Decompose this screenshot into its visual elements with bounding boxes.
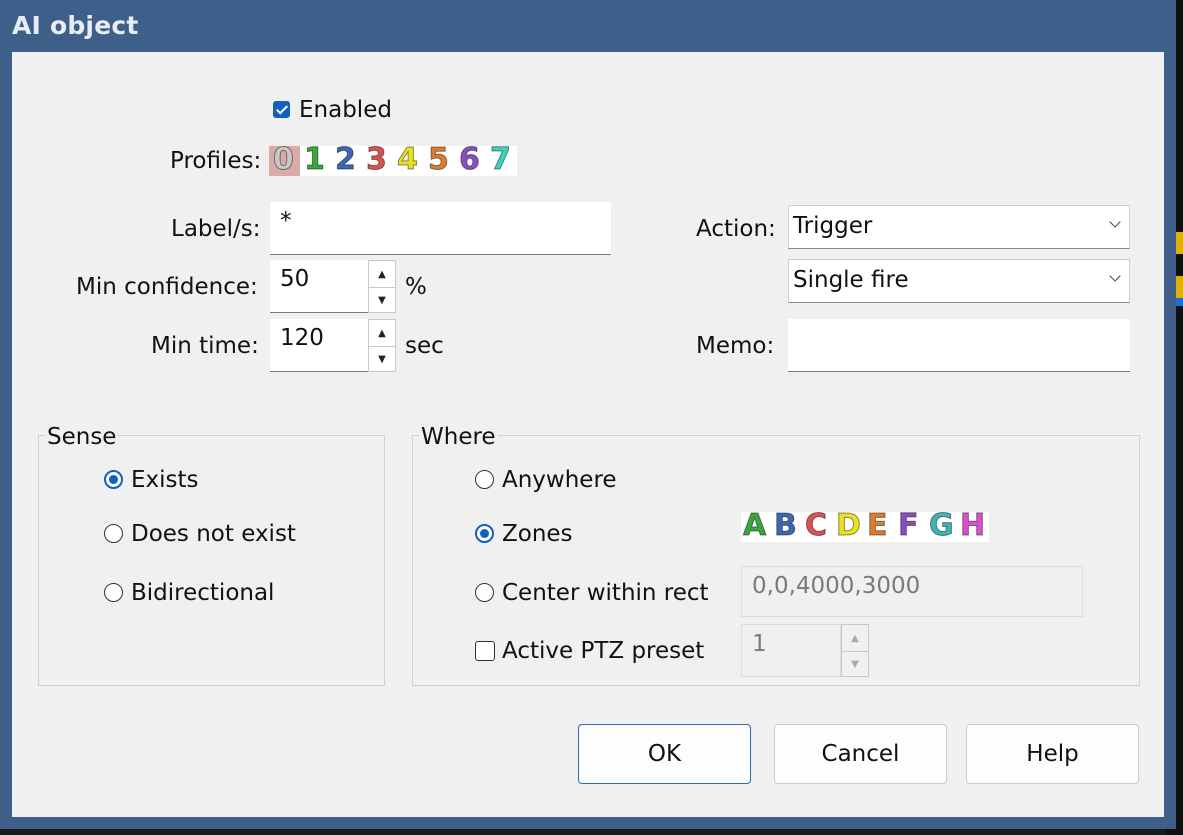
sense-group-title: Sense (45, 424, 119, 450)
zone-f-toggle[interactable]: F (898, 508, 919, 544)
ptz-preset-label[interactable]: Active PTZ preset (502, 638, 704, 664)
min-time-spinner[interactable]: ▲ ▼ (368, 319, 396, 372)
center-rect-input[interactable]: 0,0,4000,3000 (741, 566, 1083, 617)
profile-1-toggle[interactable]: 1 (304, 142, 326, 178)
profile-6-toggle[interactable]: 6 (459, 142, 481, 178)
spin-up-icon[interactable]: ▲ (842, 625, 868, 651)
min-confidence-label: Min confidence: (76, 274, 258, 300)
sense-exists-label[interactable]: Exists (131, 467, 199, 493)
zone-e-toggle[interactable]: E (867, 508, 888, 544)
dialog-body: Enabled Profiles: 01234567 Label/s: * Mi… (12, 52, 1164, 817)
min-time-unit: sec (405, 333, 444, 359)
fire-mode-dropdown[interactable]: Single fire (788, 259, 1130, 303)
zone-d-toggle[interactable]: D (836, 508, 862, 544)
where-center-rect-label[interactable]: Center within rect (502, 580, 709, 606)
where-group-title: Where (419, 424, 498, 450)
ptz-preset-spinner[interactable]: ▲ ▼ (841, 624, 869, 677)
enabled-label[interactable]: Enabled (299, 97, 392, 123)
ptz-preset-input[interactable]: 1 (741, 624, 841, 677)
min-time-input[interactable]: 120 (270, 319, 368, 372)
min-confidence-unit: % (405, 274, 427, 300)
profile-5-toggle[interactable]: 5 (428, 142, 450, 178)
help-button[interactable]: Help (966, 724, 1139, 784)
zone-c-toggle[interactable]: C (804, 508, 827, 544)
where-center-rect-radio[interactable] (475, 583, 494, 602)
where-zones-label[interactable]: Zones (502, 521, 573, 547)
action-dropdown[interactable]: Trigger (788, 205, 1130, 249)
spin-down-icon[interactable]: ▼ (369, 347, 395, 372)
ptz-preset-checkbox[interactable] (475, 641, 495, 661)
sense-bidirectional-radio[interactable] (104, 583, 123, 602)
profile-2-toggle[interactable]: 2 (335, 142, 357, 178)
action-value: Trigger (793, 213, 873, 239)
sense-group (38, 435, 385, 686)
memo-input[interactable] (788, 319, 1130, 372)
spin-up-icon[interactable]: ▲ (369, 261, 395, 287)
spin-up-icon[interactable]: ▲ (369, 320, 395, 346)
profile-7-toggle[interactable]: 7 (490, 142, 512, 178)
cancel-button[interactable]: Cancel (774, 724, 947, 784)
chevron-down-icon (1109, 216, 1121, 228)
min-confidence-spinner[interactable]: ▲ ▼ (368, 260, 396, 313)
memo-label: Memo: (696, 333, 775, 359)
where-anywhere-label[interactable]: Anywhere (502, 467, 617, 493)
zone-g-toggle[interactable]: G (929, 508, 955, 544)
dialog-title: AI object (12, 11, 139, 40)
profile-0-toggle[interactable]: 0 (273, 142, 295, 178)
min-time-label: Min time: (151, 333, 259, 359)
zone-a-toggle[interactable]: A (742, 508, 766, 544)
profiles-label: Profiles: (170, 148, 262, 174)
zone-h-toggle[interactable]: H (959, 508, 985, 544)
min-confidence-input[interactable]: 50 (270, 260, 368, 313)
spin-down-icon[interactable]: ▼ (369, 288, 395, 313)
where-anywhere-radio[interactable] (475, 470, 494, 489)
enabled-checkbox[interactable] (273, 101, 290, 118)
sense-bidirectional-label[interactable]: Bidirectional (131, 580, 274, 606)
labels-label: Label/s: (171, 216, 261, 242)
where-zones-radio[interactable] (475, 524, 494, 543)
sense-not-exist-label[interactable]: Does not exist (131, 521, 296, 547)
spin-down-icon[interactable]: ▼ (842, 652, 868, 677)
ai-object-dialog: AI object Enabled Profiles: 01234567 Lab… (0, 0, 1176, 829)
ok-button[interactable]: OK (578, 724, 751, 784)
sense-not-exist-radio[interactable] (104, 524, 123, 543)
profile-4-toggle[interactable]: 4 (397, 142, 419, 178)
title-bar[interactable]: AI object (0, 0, 1176, 52)
zone-b-toggle[interactable]: B (774, 508, 798, 544)
action-label: Action: (696, 216, 776, 242)
labels-input[interactable]: * (270, 202, 611, 255)
sense-exists-radio[interactable] (104, 470, 123, 489)
fire-mode-value: Single fire (793, 267, 909, 293)
chevron-down-icon (1109, 270, 1121, 282)
profile-3-toggle[interactable]: 3 (366, 142, 388, 178)
